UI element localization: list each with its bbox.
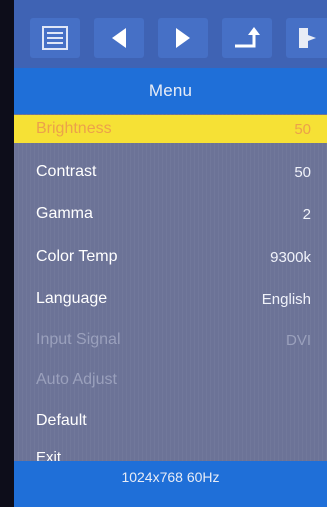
menu-item-label: Contrast xyxy=(36,163,97,180)
menu-item-brightness[interactable]: Brightness 50 xyxy=(14,115,327,143)
menu-item-gamma[interactable]: Gamma 2 xyxy=(14,200,327,228)
menu-item-label: Gamma xyxy=(36,205,93,222)
menu-item-input-signal: Input Signal DVI xyxy=(14,326,327,354)
menu-item-value: 50 xyxy=(294,120,311,138)
menu-item-label: Default xyxy=(36,412,87,429)
osd-menu-panel: Menu Brightness 50 Contrast 50 Gamma 2 C… xyxy=(14,68,327,507)
menu-item-label: Input Signal xyxy=(36,331,121,348)
menu-button[interactable] xyxy=(30,18,80,58)
menu-title-bar: Menu xyxy=(14,68,327,114)
menu-item-value: DVI xyxy=(285,331,311,349)
menu-item-value: 9300k xyxy=(270,248,311,266)
menu-item-value: 2 xyxy=(302,205,311,223)
right-button[interactable] xyxy=(158,18,208,58)
menu-item-label: Color Temp xyxy=(36,248,118,265)
exit-button[interactable] xyxy=(286,18,327,58)
signal-resolution: 1024x768 60Hz xyxy=(121,469,220,485)
menu-item-label: Auto Adjust xyxy=(36,371,117,388)
exit-door-icon xyxy=(298,28,316,48)
menu-item-label: Language xyxy=(36,290,108,307)
menu-item-contrast[interactable]: Contrast 50 xyxy=(14,158,327,186)
osd-toolbar xyxy=(14,0,327,68)
enter-button[interactable] xyxy=(222,18,272,58)
menu-item-language[interactable]: Language English xyxy=(14,285,327,313)
menu-title: Menu xyxy=(148,81,193,100)
menu-item-color-temp[interactable]: Color Temp 9300k xyxy=(14,243,327,271)
arrow-right-icon xyxy=(176,28,190,48)
left-button[interactable] xyxy=(94,18,144,58)
menu-item-value: English xyxy=(261,290,311,308)
menu-item-label: Brightness xyxy=(36,120,112,137)
arrow-left-icon xyxy=(112,28,126,48)
menu-list-icon xyxy=(42,26,68,50)
menu-item-auto-adjust: Auto Adjust xyxy=(14,366,327,394)
enter-return-icon xyxy=(235,27,260,48)
menu-item-value: 50 xyxy=(294,163,311,181)
osd-screen: Menu Brightness 50 Contrast 50 Gamma 2 C… xyxy=(0,0,327,507)
status-bar: 1024x768 60Hz xyxy=(14,461,327,507)
menu-item-default[interactable]: Default xyxy=(14,407,327,435)
